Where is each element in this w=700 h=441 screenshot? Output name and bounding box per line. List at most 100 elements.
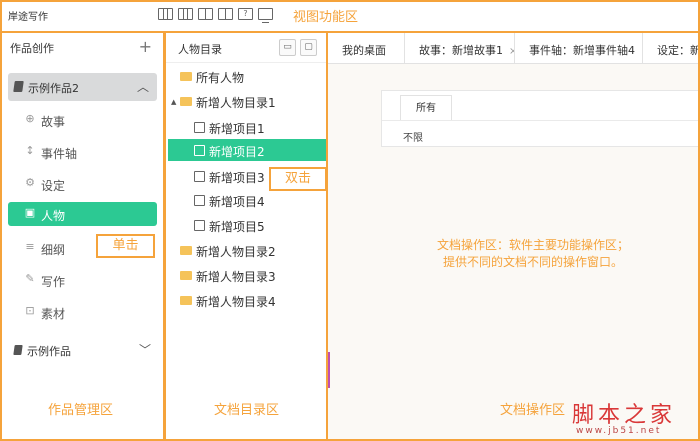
folder-icon: [180, 296, 192, 305]
works-panel-title: 作品创作: [10, 42, 54, 55]
annotation-document-area: 文档操作区: [500, 403, 566, 418]
tree-label: 新增项目4: [209, 195, 265, 209]
work-name: 示例作品2: [28, 82, 79, 95]
work-item-collapsed[interactable]: 示例作品 ﹀: [8, 341, 157, 361]
tree-label: 新增项目2: [209, 145, 265, 159]
document-icon: [194, 171, 205, 182]
watermark-logo: 脚本之家: [572, 403, 677, 428]
chevron-up-icon[interactable]: ︿: [137, 78, 149, 95]
menu-item-label: 写作: [41, 275, 66, 289]
menu-item-settings[interactable]: ⚙ 设定: [8, 172, 157, 196]
filter-panel: 所有 不限: [381, 90, 700, 147]
tree-file[interactable]: 新增项目5: [194, 215, 326, 235]
menu-item-label: 人物: [41, 209, 66, 223]
person-card-icon: ▣: [24, 206, 36, 219]
directory-title: 人物目录: [178, 43, 222, 56]
tab-label: 故事：新增故事1: [419, 44, 503, 57]
annotation-single-click: 单击: [96, 234, 155, 258]
new-file-icon[interactable]: ▢: [300, 39, 317, 56]
tree-label: 所有人物: [196, 71, 245, 85]
tree-folder[interactable]: 新增人物目录2: [180, 240, 326, 260]
add-work-button[interactable]: +: [139, 37, 152, 56]
annotation-view-area: 视图功能区: [293, 10, 359, 25]
outline-list-icon: ≡: [25, 240, 35, 253]
help-icon[interactable]: ?: [238, 8, 253, 20]
tree-label: 新增人物目录3: [196, 270, 276, 284]
tree-folder[interactable]: 新增人物目录3: [180, 265, 326, 285]
document-icon: [194, 145, 205, 156]
description-line: 文档操作区：软件主要功能操作区；: [436, 238, 629, 252]
view-toolbar: ?: [158, 8, 273, 23]
menu-item-timeline[interactable]: ↕ 事件轴: [8, 140, 157, 164]
menu-item-label: 细纲: [41, 243, 66, 257]
tree-folder[interactable]: 所有人物: [180, 66, 326, 86]
document-icon: [194, 220, 205, 231]
document-panel: 我的桌面 故事：新增故事1× 事件轴：新增事件轴4× 设定：新增 所有 不限 文…: [328, 33, 700, 441]
chevron-down-icon[interactable]: ﹀: [139, 341, 151, 358]
tree-label: 新增项目3: [209, 171, 265, 185]
annotation-double-click: 双击: [269, 167, 327, 191]
tab-desktop[interactable]: 我的桌面: [328, 33, 405, 64]
filter-value[interactable]: 不限: [403, 129, 423, 144]
tree-file[interactable]: 新增项目1: [194, 117, 326, 137]
splitter-handle[interactable]: [328, 352, 330, 388]
tab-timeline[interactable]: 事件轴：新增事件轴4×: [515, 33, 643, 64]
story-icon: ⊕: [25, 112, 35, 125]
tree-label: 新增人物目录1: [196, 96, 276, 110]
menu-item-materials[interactable]: ⊡ 素材: [8, 300, 157, 324]
filter-tab-all[interactable]: 所有: [400, 95, 452, 121]
settings-icon: ⚙: [25, 176, 35, 189]
description-line: 提供不同的文档不同的操作窗口。: [442, 255, 623, 269]
directory-header: 人物目录 ▭ ▢: [166, 33, 326, 63]
work-item-expanded[interactable]: 示例作品2 ︿: [8, 73, 157, 101]
folder-icon: [180, 271, 192, 280]
menu-item-label: 故事: [41, 115, 66, 129]
tree-folder[interactable]: 新增人物目录4: [180, 290, 326, 310]
menu-item-label: 设定: [41, 179, 66, 193]
two-column-icon[interactable]: [218, 8, 233, 20]
tab-label: 设定：新增: [657, 44, 700, 57]
tab-settings[interactable]: 设定：新增: [643, 33, 700, 64]
three-column-icon[interactable]: [158, 8, 173, 20]
tree-file-selected[interactable]: 新增项目2: [168, 139, 330, 161]
app-title: 岸途写作: [8, 12, 48, 23]
menu-item-label: 事件轴: [41, 147, 78, 161]
folder-icon: [180, 246, 192, 255]
work-name: 示例作品: [27, 345, 71, 358]
folder-icon: [180, 97, 192, 106]
book-icon: [13, 345, 23, 355]
works-panel: 作品创作 + 示例作品2 ︿ ⊕ 故事 ↕ 事件轴 ⚙ 设定 ▣ 人物 ≡ 细纲…: [0, 33, 164, 441]
tree-folder[interactable]: ▲ 新增人物目录1: [171, 91, 326, 111]
expand-triangle-icon[interactable]: ▲: [171, 98, 180, 106]
tree-file[interactable]: 新增项目4: [194, 190, 326, 210]
works-panel-header: 作品创作 +: [0, 33, 164, 63]
tree-label: 新增人物目录4: [196, 295, 276, 309]
three-column-icon[interactable]: [178, 8, 193, 20]
title-bar: 岸途写作 ? 视图功能区: [0, 0, 700, 32]
annotation-directory-area: 文档目录区: [214, 403, 280, 418]
annotation-works-area: 作品管理区: [48, 403, 114, 418]
splitter-handle[interactable]: [164, 352, 166, 388]
timeline-icon: ↕: [25, 144, 35, 157]
menu-item-story[interactable]: ⊕ 故事: [8, 108, 157, 132]
two-column-icon[interactable]: [198, 8, 213, 20]
tab-story[interactable]: 故事：新增故事1×: [405, 33, 515, 64]
document-icon: [194, 195, 205, 206]
tree-label: 新增人物目录2: [196, 245, 276, 259]
menu-item-label: 素材: [41, 307, 66, 321]
directory-panel: 人物目录 ▭ ▢ 所有人物 ▲ 新增人物目录1 新增项目1 新增项目2 新增项目3…: [165, 33, 330, 441]
divider: [382, 120, 700, 121]
book-icon: [13, 81, 24, 92]
folder-icon: [180, 72, 192, 81]
document-tabbar: 我的桌面 故事：新增故事1× 事件轴：新增事件轴4× 设定：新增: [328, 33, 700, 64]
new-folder-icon[interactable]: ▭: [279, 39, 296, 56]
monitor-icon[interactable]: [258, 8, 273, 23]
pen-icon: ✎: [25, 272, 35, 285]
tree-label: 新增项目5: [209, 220, 265, 234]
watermark-url: www.jb51.net: [576, 426, 662, 436]
tab-label: 我的桌面: [342, 44, 386, 57]
material-icon: ⊡: [25, 304, 35, 317]
menu-item-characters[interactable]: ▣ 人物: [8, 202, 157, 226]
menu-item-writing[interactable]: ✎ 写作: [8, 268, 157, 292]
tab-label: 事件轴：新增事件轴4: [529, 44, 635, 57]
